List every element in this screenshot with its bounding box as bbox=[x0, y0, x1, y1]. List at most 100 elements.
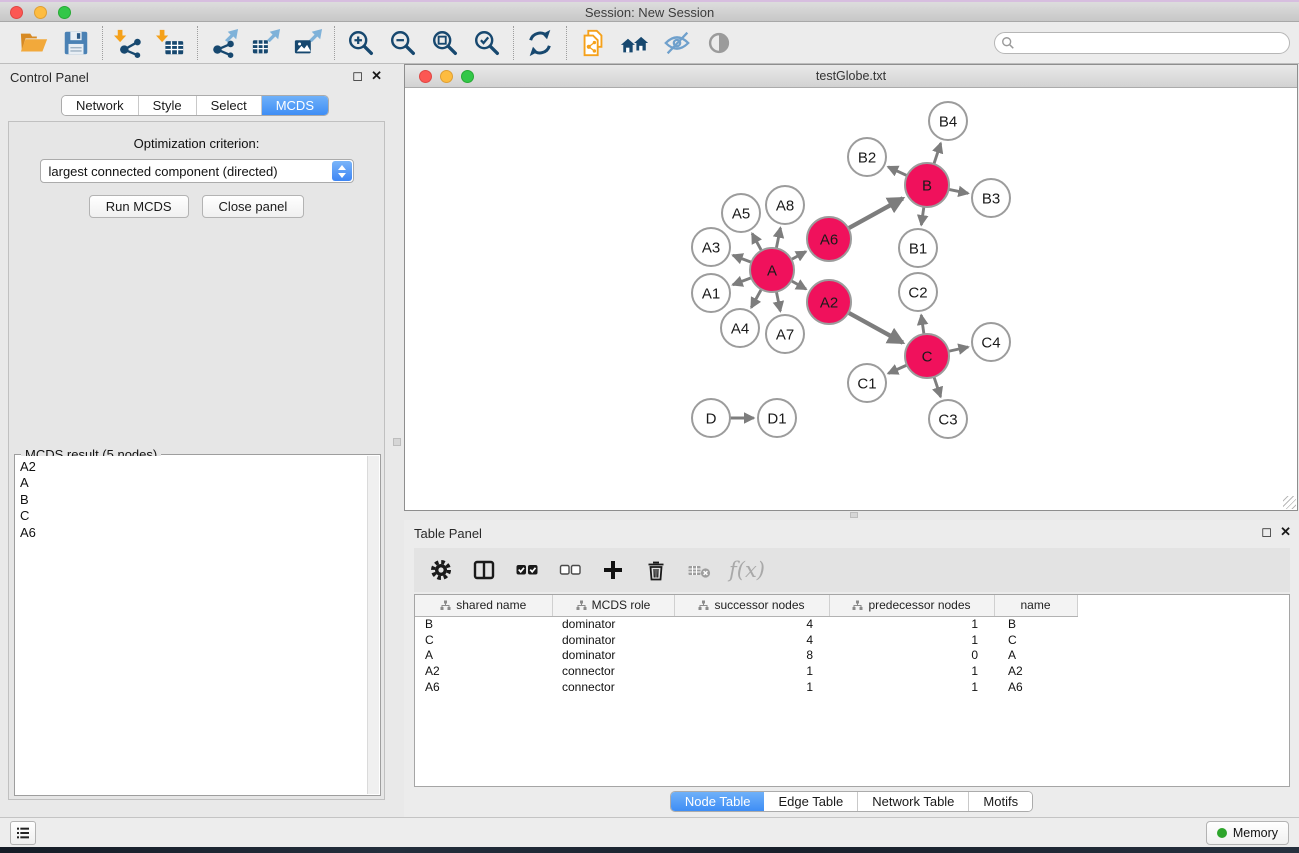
graph-edge-A2-C[interactable] bbox=[847, 312, 903, 343]
graph-edge-A-A7[interactable] bbox=[776, 291, 780, 312]
column-header-name[interactable]: name bbox=[994, 595, 1077, 616]
graph-node-D[interactable]: D bbox=[692, 399, 730, 437]
graph-node-B2[interactable]: B2 bbox=[848, 138, 886, 176]
window-resize-grip[interactable] bbox=[1283, 496, 1296, 509]
list-item[interactable]: B bbox=[20, 492, 367, 508]
graph-node-A1[interactable]: A1 bbox=[692, 274, 730, 312]
graph-node-B[interactable]: B bbox=[905, 163, 949, 207]
graph-node-D1[interactable]: D1 bbox=[758, 399, 796, 437]
table-row[interactable]: A6connector11A6 bbox=[415, 679, 1289, 695]
add-column-icon[interactable] bbox=[600, 557, 626, 583]
graph-edge-A-A1[interactable] bbox=[733, 277, 753, 284]
task-history-button[interactable] bbox=[10, 821, 36, 845]
delete-column-trash-icon[interactable] bbox=[643, 557, 669, 583]
criterion-dropdown[interactable]: largest connected component (directed) bbox=[40, 159, 354, 183]
graph-node-A6[interactable]: A6 bbox=[807, 217, 851, 261]
hide-selected-icon[interactable] bbox=[661, 27, 693, 59]
search-input[interactable] bbox=[1015, 34, 1289, 52]
duplicate-network-icon[interactable] bbox=[577, 27, 609, 59]
table-row[interactable]: Bdominator41B bbox=[415, 616, 1289, 632]
save-session-icon[interactable] bbox=[60, 27, 92, 59]
float-panel-icon[interactable]: ◻ bbox=[1261, 524, 1272, 540]
graph-edge-A-A5[interactable] bbox=[752, 233, 762, 251]
graph-node-C1[interactable]: C1 bbox=[848, 364, 886, 402]
list-item[interactable]: A6 bbox=[20, 525, 367, 541]
list-item[interactable]: A bbox=[20, 475, 367, 491]
network-canvas[interactable]: B4B2BB3B1A5A8A6A3AA1A4A7A2C2CC4C1C3DD1 bbox=[405, 88, 1297, 510]
tab-edge-table[interactable]: Edge Table bbox=[764, 792, 858, 811]
graph-node-A3[interactable]: A3 bbox=[692, 228, 730, 266]
table-row[interactable]: A2connector11A2 bbox=[415, 663, 1289, 679]
column-header-mcds-role[interactable]: MCDS role bbox=[552, 595, 674, 616]
table-row[interactable]: Cdominator41C bbox=[415, 632, 1289, 648]
column-header-successor-nodes[interactable]: successor nodes bbox=[674, 595, 829, 616]
tab-network[interactable]: Network bbox=[62, 96, 139, 115]
graph-edge-A-A3[interactable] bbox=[733, 255, 753, 262]
vertical-splitter[interactable] bbox=[390, 64, 404, 817]
search-field[interactable] bbox=[994, 32, 1290, 54]
graph-edge-A6-B[interactable] bbox=[847, 198, 903, 229]
column-header-shared-name[interactable]: shared name bbox=[415, 595, 552, 616]
tab-node-table[interactable]: Node Table bbox=[671, 792, 765, 811]
graph-edge-C-C1[interactable] bbox=[888, 365, 908, 374]
graph-edge-B-B3[interactable] bbox=[948, 189, 969, 193]
import-table-icon[interactable] bbox=[155, 27, 187, 59]
zoom-fit-icon[interactable] bbox=[429, 27, 461, 59]
column-header-predecessor-nodes[interactable]: predecessor nodes bbox=[829, 595, 994, 616]
graph-edge-A-A6[interactable] bbox=[790, 252, 805, 260]
graph-edge-A-A2[interactable] bbox=[790, 280, 806, 289]
open-file-icon[interactable] bbox=[18, 27, 50, 59]
splitter-grip[interactable] bbox=[393, 438, 401, 446]
float-panel-icon[interactable]: ◻ bbox=[352, 68, 363, 84]
graph-edge-B-B2[interactable] bbox=[888, 167, 908, 176]
close-panel-icon[interactable]: ✕ bbox=[371, 68, 382, 84]
zoom-selected-icon[interactable] bbox=[471, 27, 503, 59]
memory-button[interactable]: Memory bbox=[1206, 821, 1289, 845]
column-view-icon[interactable] bbox=[471, 557, 497, 583]
graph-edge-B-B4[interactable] bbox=[934, 143, 941, 165]
list-item[interactable]: C bbox=[20, 508, 367, 524]
graph-node-B4[interactable]: B4 bbox=[929, 102, 967, 140]
deselect-all-columns-icon[interactable] bbox=[557, 557, 583, 583]
graph-node-B1[interactable]: B1 bbox=[899, 229, 937, 267]
graph-edge-A-A8[interactable] bbox=[776, 228, 780, 250]
zoom-out-icon[interactable] bbox=[387, 27, 419, 59]
export-table-icon[interactable] bbox=[250, 27, 282, 59]
graph-node-A4[interactable]: A4 bbox=[721, 309, 759, 347]
network-window-titlebar[interactable]: testGlobe.txt bbox=[405, 65, 1297, 88]
zoom-in-icon[interactable] bbox=[345, 27, 377, 59]
tab-style[interactable]: Style bbox=[139, 96, 197, 115]
run-mcds-button[interactable]: Run MCDS bbox=[89, 195, 189, 218]
splitter-grip[interactable] bbox=[850, 512, 858, 518]
horizontal-splitter[interactable] bbox=[404, 511, 1299, 520]
graph-node-A2[interactable]: A2 bbox=[807, 280, 851, 324]
graph-node-A8[interactable]: A8 bbox=[766, 186, 804, 224]
refresh-view-icon[interactable] bbox=[524, 27, 556, 59]
scrollbar[interactable] bbox=[367, 456, 379, 794]
select-all-columns-icon[interactable] bbox=[514, 557, 540, 583]
tab-select[interactable]: Select bbox=[197, 96, 262, 115]
close-panel-button[interactable]: Close panel bbox=[202, 195, 305, 218]
close-panel-icon[interactable]: ✕ bbox=[1280, 524, 1291, 540]
tab-motifs[interactable]: Motifs bbox=[969, 792, 1032, 811]
graph-edge-B-B1[interactable] bbox=[921, 206, 924, 225]
import-network-icon[interactable] bbox=[113, 27, 145, 59]
tab-network-table[interactable]: Network Table bbox=[858, 792, 969, 811]
graph-node-C[interactable]: C bbox=[905, 334, 949, 378]
table-settings-gear-icon[interactable] bbox=[428, 557, 454, 583]
graph-edge-A-A4[interactable] bbox=[751, 288, 762, 307]
table-row[interactable]: Adominator80A bbox=[415, 648, 1289, 664]
graph-node-A5[interactable]: A5 bbox=[722, 194, 760, 232]
graph-edge-C-C4[interactable] bbox=[948, 347, 969, 352]
list-item[interactable]: A2 bbox=[20, 459, 367, 475]
graph-node-C3[interactable]: C3 bbox=[929, 400, 967, 438]
graph-node-A7[interactable]: A7 bbox=[766, 315, 804, 353]
tab-mcds[interactable]: MCDS bbox=[262, 96, 328, 115]
graph-node-B3[interactable]: B3 bbox=[972, 179, 1010, 217]
first-neighbors-icon[interactable] bbox=[619, 27, 651, 59]
graph-edge-C-C2[interactable] bbox=[921, 315, 924, 335]
show-all-icon[interactable] bbox=[703, 27, 735, 59]
export-image-icon[interactable] bbox=[292, 27, 324, 59]
graph-edge-C-C3[interactable] bbox=[934, 376, 941, 397]
graph-node-A[interactable]: A bbox=[750, 248, 794, 292]
